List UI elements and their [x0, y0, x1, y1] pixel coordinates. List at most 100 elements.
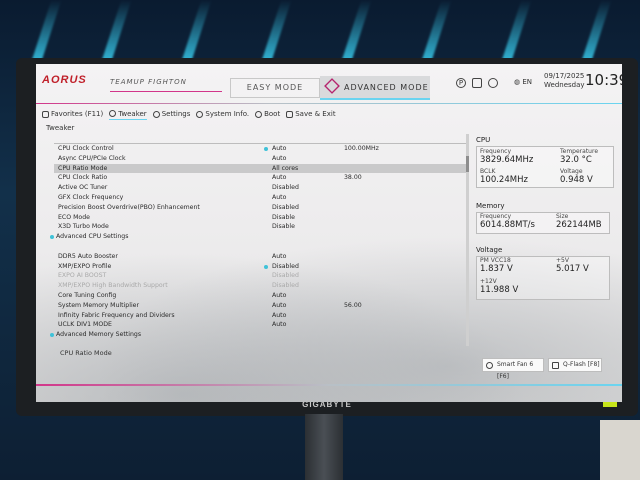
submenu-indicator	[50, 235, 54, 240]
tab-boot-label: Boot	[264, 110, 281, 118]
mem-size-label: Size	[556, 213, 569, 220]
setting-row-ddr5-booster[interactable]: DDR5 Auto Booster Auto	[54, 252, 466, 262]
team-banner: TEAMUP FIGHTON	[110, 78, 222, 92]
setting-label: Async CPU/PCIe Clock	[58, 154, 126, 162]
tab-system-info[interactable]: System Info.	[196, 108, 249, 120]
setting-value-2: 100.00MHz	[344, 145, 379, 152]
exit-icon	[286, 110, 294, 118]
setting-row-gfx-clock[interactable]: GFX Clock Frequency Auto	[54, 193, 466, 203]
memory-title: Memory	[476, 202, 505, 210]
setting-row-infinity-fabric[interactable]: Infinity Fabric Frequency and Dividers A…	[54, 311, 466, 321]
language-label: EN	[522, 78, 533, 86]
setting-label: X3D Turbo Mode	[58, 223, 109, 231]
submenu-advanced-cpu[interactable]: Advanced CPU Settings	[50, 232, 466, 242]
cpu-freq-value: 3829.64MHz	[480, 155, 534, 165]
vcc18-value: 1.837 V	[480, 264, 513, 274]
settings-list: CPU Clock Control Auto 100.00MHz Async C…	[50, 144, 466, 340]
setting-row-active-oc-tuner[interactable]: Active OC Tuner Disabled	[54, 183, 466, 193]
setting-value-2: 56.00	[344, 301, 362, 309]
mem-freq-label: Frequency	[480, 213, 511, 220]
cpu-freq-label: Frequency	[480, 148, 511, 155]
bios-header: AORUS TEAMUP FIGHTON EASY MODE ADVANCED …	[36, 64, 622, 104]
clock: 10:39	[585, 71, 622, 89]
setting-row-memory-multiplier[interactable]: System Memory Multiplier Auto 56.00	[54, 301, 466, 311]
v5-value: 5.017 V	[556, 264, 589, 274]
setting-row-uclk-div1[interactable]: UCLK DIV1 MODE Auto	[54, 320, 466, 330]
qflash-label: Q-Flash [F8]	[563, 361, 600, 368]
tab-system-info-label: System Info.	[205, 110, 250, 118]
cpu-temp-value: 32.0 °C	[560, 155, 592, 165]
desk-edge	[600, 420, 640, 480]
date-display: 09/17/2025 Wednesday	[544, 72, 585, 90]
nav-bar: Favorites (F11) Tweaker Settings System …	[42, 108, 336, 120]
setting-value: Disable	[272, 223, 295, 231]
submenu-advanced-memory[interactable]: Advanced Memory Settings	[50, 330, 466, 340]
bottom-accent-line	[36, 384, 622, 386]
section-title: Tweaker	[46, 124, 75, 132]
help-icon[interactable]: P	[456, 78, 466, 88]
setting-row-eco-mode[interactable]: ECO Mode Disable	[54, 213, 466, 223]
setting-value: Auto	[272, 145, 287, 152]
bios-screen: AORUS TEAMUP FIGHTON EASY MODE ADVANCED …	[36, 64, 622, 402]
cpu-volt-value: 0.948 V	[560, 175, 593, 185]
setting-row-async-clock[interactable]: Async CPU/PCIe Clock Auto	[54, 154, 466, 164]
setting-row-xmp-expo[interactable]: XMP/EXPO Profile Disabled	[54, 262, 466, 272]
setting-label: EXPO AI BOOST	[58, 272, 107, 280]
tab-save-exit-label: Save & Exit	[295, 110, 336, 118]
tab-settings[interactable]: Settings	[152, 108, 191, 120]
tab-favorites[interactable]: Favorites (F11)	[42, 108, 103, 120]
setting-row-cpu-clock-control[interactable]: CPU Clock Control Auto 100.00MHz	[54, 144, 466, 154]
setting-row-cpu-clock-ratio[interactable]: CPU Clock Ratio Auto 38.00	[54, 173, 466, 183]
setting-value: All cores	[272, 164, 299, 172]
setting-value: Auto	[272, 174, 287, 182]
mem-freq-value: 6014.88MT/s	[480, 220, 535, 230]
globe-icon: ◍	[514, 78, 521, 86]
easy-mode-button[interactable]: EASY MODE	[230, 78, 320, 98]
setting-value: Disabled	[272, 282, 299, 290]
setting-row-x3d-turbo[interactable]: X3D Turbo Mode Disable	[54, 222, 466, 232]
setting-value: Auto	[272, 311, 287, 319]
monitor-stand	[305, 414, 343, 480]
setting-value: Disabled	[272, 262, 299, 270]
changed-indicator	[264, 147, 268, 151]
setting-value: Auto	[272, 252, 287, 260]
setting-label: Active OC Tuner	[58, 184, 108, 192]
header-divider	[36, 103, 622, 104]
day-text: Wednesday	[544, 81, 585, 89]
setting-row-core-tuning[interactable]: Core Tuning Config Auto	[54, 291, 466, 301]
setting-value: Disabled	[272, 184, 299, 192]
cpu-temp-label: Temperature	[560, 148, 599, 155]
aorus-logo: AORUS	[42, 74, 87, 86]
setting-row-expo-ai-boost: EXPO AI BOOST Disabled	[54, 271, 466, 281]
setting-label: CPU Ratio Mode	[58, 164, 108, 172]
setting-row-pbo[interactable]: Precision Boost Overdrive(PBO) Enhanceme…	[54, 203, 466, 213]
smart-fan-button[interactable]: Smart Fan 6 [F6]	[482, 358, 544, 380]
setting-value: Auto	[272, 291, 287, 299]
gauge-icon	[109, 110, 117, 117]
setting-value: Auto	[272, 193, 287, 201]
qflash-button[interactable]: Q-Flash [F8]	[548, 358, 602, 372]
submenu-label: Advanced CPU Settings	[56, 233, 129, 241]
search-icon[interactable]	[488, 78, 498, 88]
date-text: 09/17/2025	[544, 72, 585, 80]
cpu-bclk-value: 100.24MHz	[480, 175, 528, 185]
tab-boot[interactable]: Boot	[255, 108, 280, 120]
v5-label: +5V	[556, 257, 569, 264]
submenu-indicator	[50, 333, 54, 338]
setting-label: Precision Boost Overdrive(PBO) Enhanceme…	[58, 203, 200, 211]
voltage-title: Voltage	[476, 246, 503, 254]
setting-value-2: 38.00	[344, 174, 362, 182]
vcc18-label: PM VCC18	[480, 257, 511, 264]
setting-value: Auto	[272, 301, 287, 309]
tab-tweaker[interactable]: Tweaker	[109, 108, 147, 120]
scrollbar-thumb[interactable]	[466, 156, 469, 172]
setting-row-cpu-ratio-mode[interactable]: CPU Ratio Mode All cores	[54, 163, 466, 174]
monitor-led	[603, 402, 617, 407]
language-select[interactable]: ◍ EN	[514, 78, 532, 86]
tab-settings-label: Settings	[161, 110, 191, 118]
tab-save-exit[interactable]: Save & Exit	[286, 108, 336, 120]
camera-icon[interactable]	[472, 78, 482, 88]
setting-label: GFX Clock Frequency	[58, 193, 124, 201]
cpu-volt-label: Voltage	[560, 168, 583, 175]
